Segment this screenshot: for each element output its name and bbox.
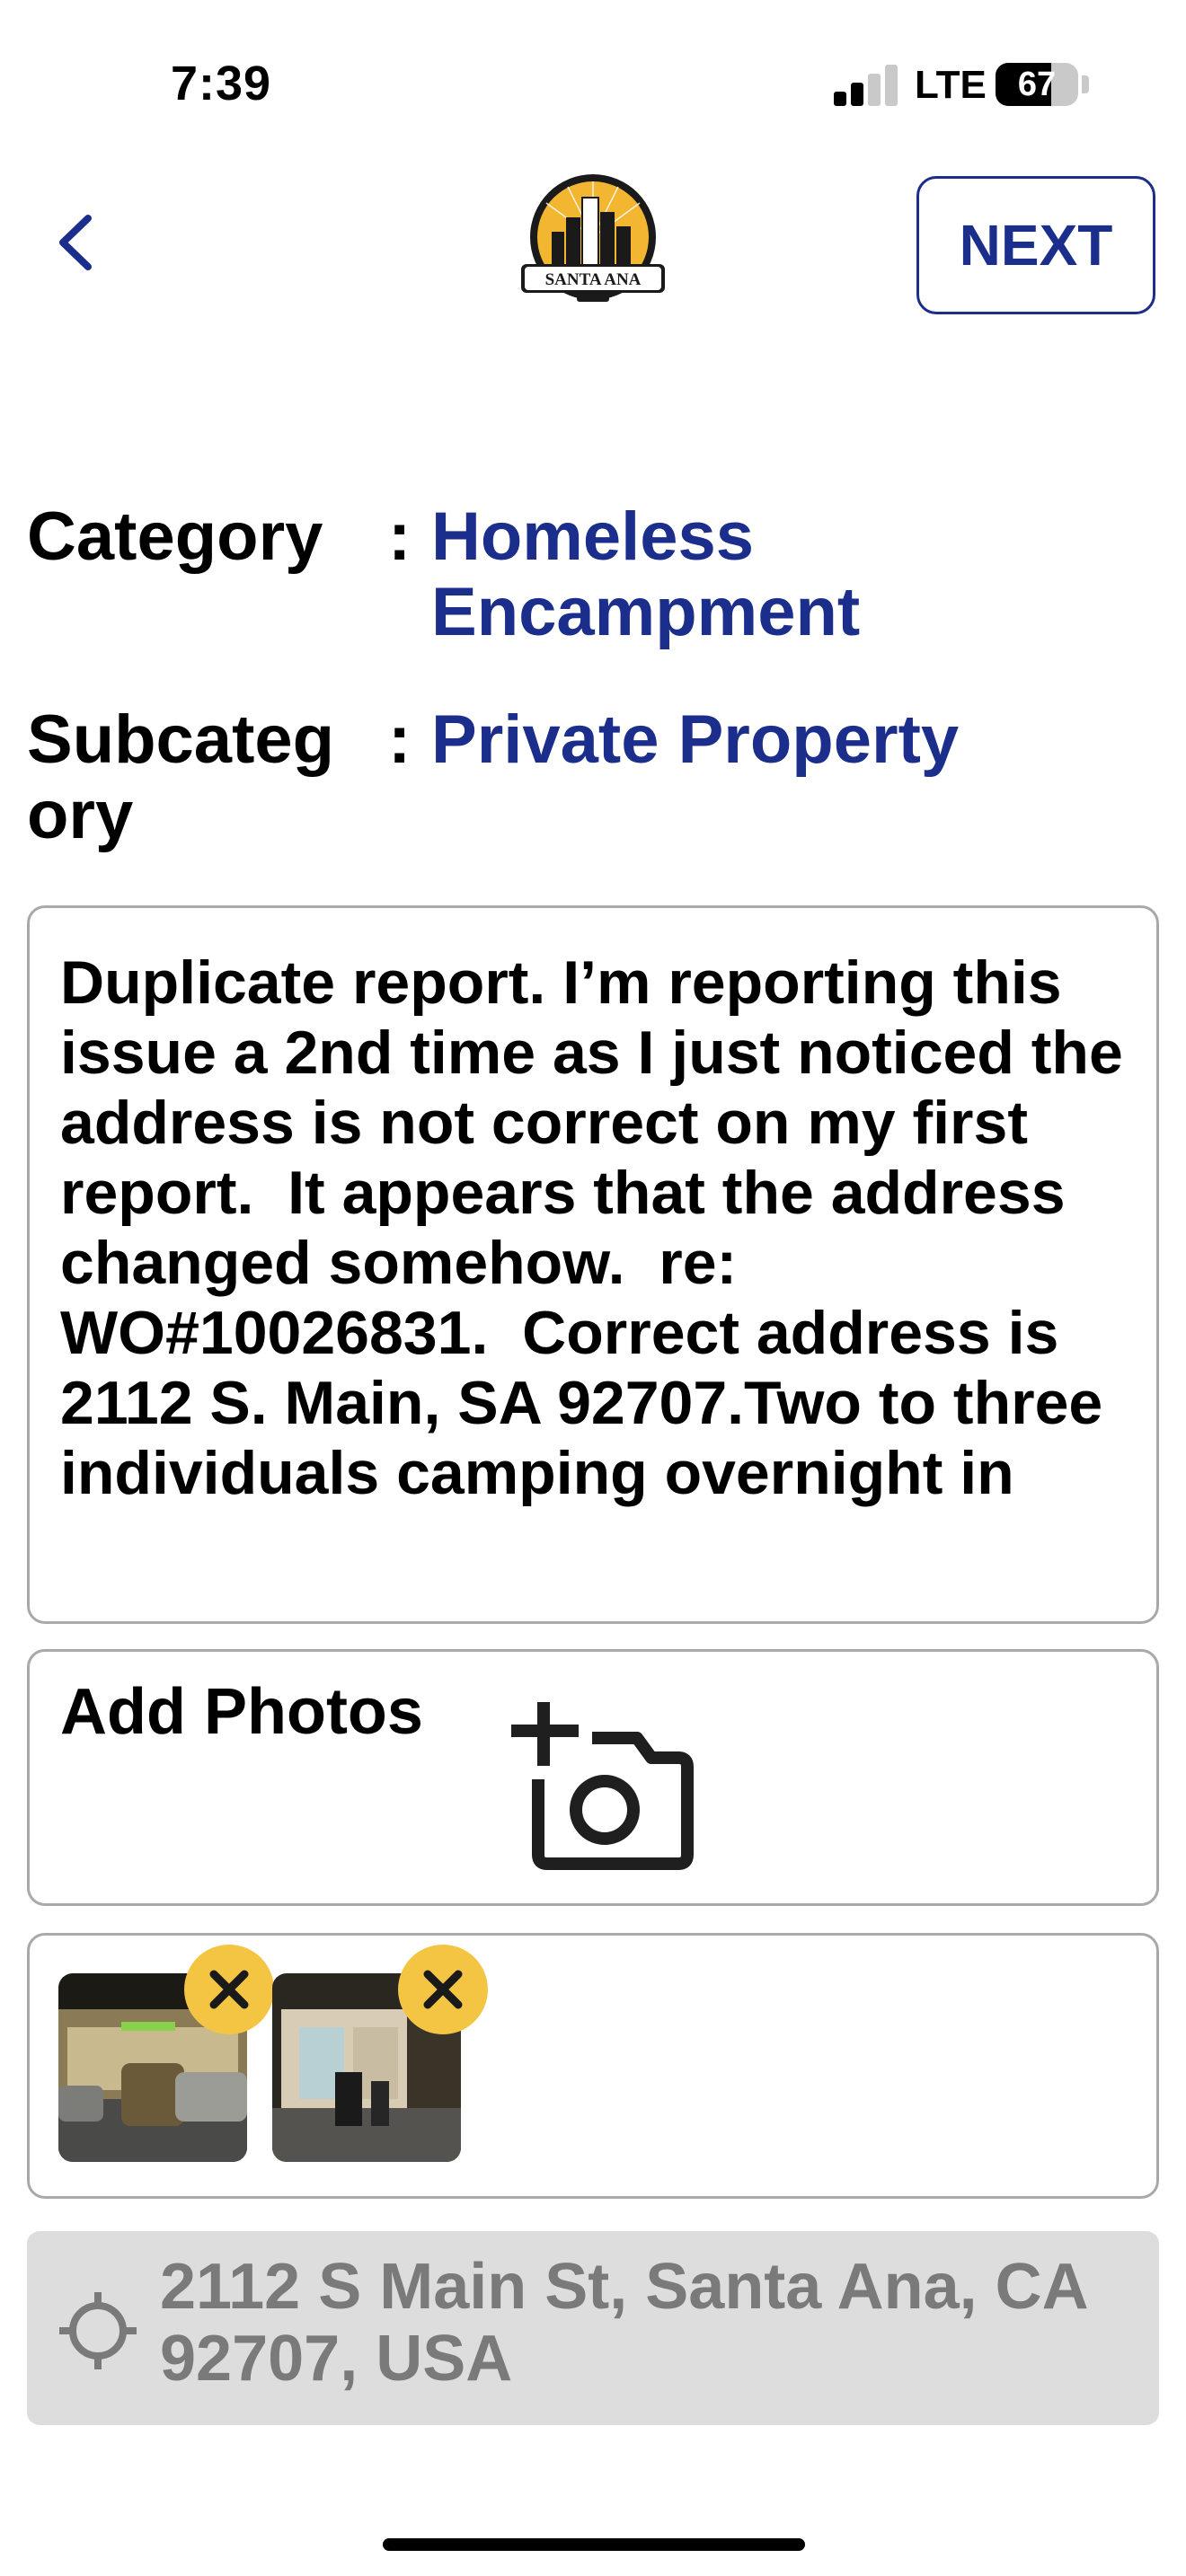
status-time: 7:39 — [171, 57, 272, 110]
add-photos-label: Add Photos — [60, 1676, 423, 1748]
add-photo-icon — [511, 1702, 694, 1870]
next-button[interactable]: NEXT — [916, 176, 1155, 314]
description-field[interactable]: Duplicate report. I’m reporting this iss… — [27, 905, 1159, 1624]
status-bar: 7:39 LTE 67 — [0, 0, 1186, 162]
santa-ana-logo: SANTA ANA — [521, 174, 665, 302]
network-type: LTE — [915, 63, 987, 107]
chevron-left-icon — [59, 215, 92, 270]
close-icon — [423, 1970, 463, 2009]
add-photos-button[interactable]: Add Photos — [27, 1649, 1159, 1906]
home-indicator — [383, 2538, 805, 2551]
battery-level: 67 — [1017, 66, 1057, 103]
battery-icon: 67 — [996, 63, 1078, 106]
category-colon: : — [388, 498, 412, 575]
category-value: Homeless Encampment — [431, 498, 861, 650]
close-icon — [209, 1970, 249, 2009]
category-label: Category — [27, 498, 323, 575]
remove-photo-1-button[interactable] — [184, 1945, 274, 2034]
subcategory-colon: : — [388, 701, 412, 778]
signal-icon — [834, 65, 898, 106]
subcategory-label: Subcateg ory — [27, 701, 335, 853]
address-field[interactable]: 2112 S Main St, Santa Ana, CA 92707, USA — [27, 2231, 1159, 2425]
logo-text: SANTA ANA — [545, 270, 642, 289]
address-text: 2112 S Main St, Santa Ana, CA 92707, USA — [160, 2251, 1086, 2395]
photo-thumbnails — [27, 1933, 1159, 2199]
locate-icon[interactable] — [58, 2290, 138, 2371]
remove-photo-2-button[interactable] — [398, 1945, 488, 2034]
subcategory-value: Private Property — [431, 701, 960, 778]
description-text[interactable]: Duplicate report. I’m reporting this iss… — [60, 948, 1129, 1594]
back-button[interactable] — [45, 202, 108, 283]
